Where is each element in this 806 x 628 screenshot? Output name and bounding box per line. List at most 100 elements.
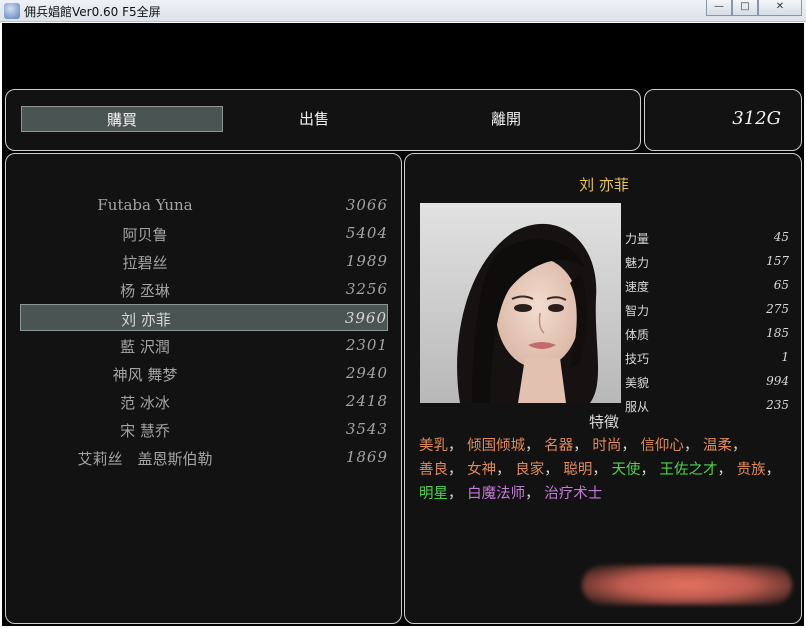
trait-tag: 治疗术士 xyxy=(544,486,603,502)
list-item-price: 1869 xyxy=(345,448,388,466)
stat-label: 技巧 xyxy=(625,352,650,366)
game-viewport: 購買 出售 離開 312G Futaba Yuna 3066 阿贝鲁 5404 … xyxy=(2,23,804,626)
stat-label: 体质 xyxy=(625,328,650,342)
trait-separator: ， xyxy=(717,462,733,478)
stat-label: 魅力 xyxy=(625,256,650,270)
stat-value: 65 xyxy=(773,278,789,292)
stat-value: 185 xyxy=(766,326,789,340)
trait-separator: ， xyxy=(544,462,559,478)
trait-separator: ， xyxy=(573,438,588,454)
trait-tag: 信仰心 xyxy=(640,438,684,454)
trait-separator: ， xyxy=(448,438,463,454)
stat-label: 美貌 xyxy=(625,376,650,390)
character-detail-panel: 刘 亦菲 力量 45 魅力 157 速度 65 智力 275 体质 185 技巧… xyxy=(404,153,802,624)
list-item[interactable]: 范 冰冰 2418 xyxy=(20,388,388,415)
stat-label: 速度 xyxy=(625,280,650,294)
list-item-name: Futaba Yuna xyxy=(97,196,193,214)
list-item-name: 刘 亦菲 xyxy=(121,311,171,329)
trait-tag: 温柔 xyxy=(703,438,733,454)
command-panel: 購買 出售 離開 xyxy=(5,89,641,151)
trait-tag: 良家 xyxy=(515,462,545,478)
portrait-image xyxy=(420,203,621,403)
list-item-name: 范 冰冰 xyxy=(120,394,170,412)
maximize-button[interactable]: □ xyxy=(732,0,758,16)
stat-row: 速度 65 xyxy=(625,274,789,298)
traits-list: 美乳， 倾国倾城， 名器， 时尚， 信仰心， 温柔， 善良， 女神， 良家， 聪… xyxy=(419,434,793,506)
buy-command[interactable]: 購買 xyxy=(21,106,223,132)
list-item-name: 艾莉丝 盖恩斯伯勒 xyxy=(77,450,213,468)
character-name: 刘 亦菲 xyxy=(579,176,629,194)
trait-separator: ， xyxy=(765,462,781,478)
stat-value: 1 xyxy=(781,350,789,364)
character-list-panel: Futaba Yuna 3066 阿贝鲁 5404 拉碧丝 1989 杨 丞琳 … xyxy=(5,153,402,624)
gold-panel: 312G xyxy=(644,89,802,151)
trait-tag: 名器 xyxy=(544,438,574,454)
list-item-name: 藍 沢潤 xyxy=(120,338,170,356)
trait-tag: 女神 xyxy=(467,462,497,478)
trait-tag: 聪明 xyxy=(563,462,593,478)
trait-tag: 善良 xyxy=(419,462,448,478)
list-item-name: 拉碧丝 xyxy=(122,254,168,272)
trait-separator: ， xyxy=(592,462,607,478)
gold-amount: 312G xyxy=(732,108,781,129)
trait-separator: ， xyxy=(496,462,511,478)
stat-row: 魅力 157 xyxy=(625,250,789,274)
list-item-selected[interactable]: 刘 亦菲 3960 xyxy=(20,304,388,331)
list-item[interactable]: 阿贝鲁 5404 xyxy=(20,220,388,247)
stat-row: 技巧 1 xyxy=(625,346,789,370)
trait-separator: ， xyxy=(525,438,540,454)
stat-row: 力量 45 xyxy=(625,226,789,250)
trait-tag: 时尚 xyxy=(592,438,622,454)
trait-tag: 王佐之才 xyxy=(659,462,718,478)
stat-value: 235 xyxy=(766,398,789,412)
list-item[interactable]: 神风 舞梦 2940 xyxy=(20,360,388,387)
trait-separator: ， xyxy=(525,486,540,502)
trait-tag: 美乳 xyxy=(419,438,448,454)
list-item[interactable]: 拉碧丝 1989 xyxy=(20,248,388,275)
list-item-name: 神风 舞梦 xyxy=(112,366,178,384)
window-title: 佣兵娼館Ver0.60 F5全屏 xyxy=(24,5,161,19)
window-controls: — □ ✕ xyxy=(706,0,802,16)
leave-command[interactable]: 離開 xyxy=(416,106,596,132)
trait-separator: ， xyxy=(448,486,463,502)
list-item-price: 3256 xyxy=(345,280,388,298)
trait-tag: 倾国倾城 xyxy=(467,438,526,454)
trait-tag: 天使 xyxy=(611,462,641,478)
list-item-price: 2418 xyxy=(345,392,388,410)
list-item-price: 5404 xyxy=(345,224,388,242)
close-button[interactable]: ✕ xyxy=(758,0,802,16)
trait-separator: ， xyxy=(640,462,655,478)
list-item-price: 2301 xyxy=(345,336,388,354)
stat-value: 275 xyxy=(766,302,789,316)
stat-row: 体质 185 xyxy=(625,322,789,346)
trait-tag: 明星 xyxy=(419,486,448,502)
list-item[interactable]: 杨 丞琳 3256 xyxy=(20,276,388,303)
minimize-button[interactable]: — xyxy=(706,0,732,16)
watermark-blur xyxy=(582,565,792,605)
list-item-price: 3543 xyxy=(345,420,388,438)
stat-label: 智力 xyxy=(625,304,650,318)
list-item[interactable]: Futaba Yuna 3066 xyxy=(20,192,388,219)
trait-tag: 白魔法师 xyxy=(467,486,526,502)
list-item[interactable]: 藍 沢潤 2301 xyxy=(20,332,388,359)
list-item-name: 阿贝鲁 xyxy=(122,226,168,244)
trait-tag: 贵族 xyxy=(736,462,766,478)
traits-header: 特徵 xyxy=(588,413,619,431)
character-portrait xyxy=(420,203,621,403)
stat-label: 力量 xyxy=(625,232,650,246)
list-item[interactable]: 艾莉丝 盖恩斯伯勒 1869 xyxy=(20,444,388,471)
list-item[interactable]: 宋 慧乔 3543 xyxy=(20,416,388,443)
list-item-name: 杨 丞琳 xyxy=(120,282,170,300)
trait-separator: ， xyxy=(683,438,699,454)
window-titlebar: 佣兵娼館Ver0.60 F5全屏 — □ ✕ xyxy=(0,0,806,22)
app-icon xyxy=(4,3,20,19)
stat-value: 994 xyxy=(766,374,789,388)
stat-row: 智力 275 xyxy=(625,298,789,322)
stat-row: 美貌 994 xyxy=(625,370,789,394)
stat-value: 45 xyxy=(773,230,789,244)
trait-separator: ， xyxy=(448,462,463,478)
list-item-price: 1989 xyxy=(345,252,388,270)
sell-command[interactable]: 出售 xyxy=(224,106,404,132)
list-item-price: 3960 xyxy=(344,309,387,327)
list-item-price: 3066 xyxy=(345,196,388,214)
